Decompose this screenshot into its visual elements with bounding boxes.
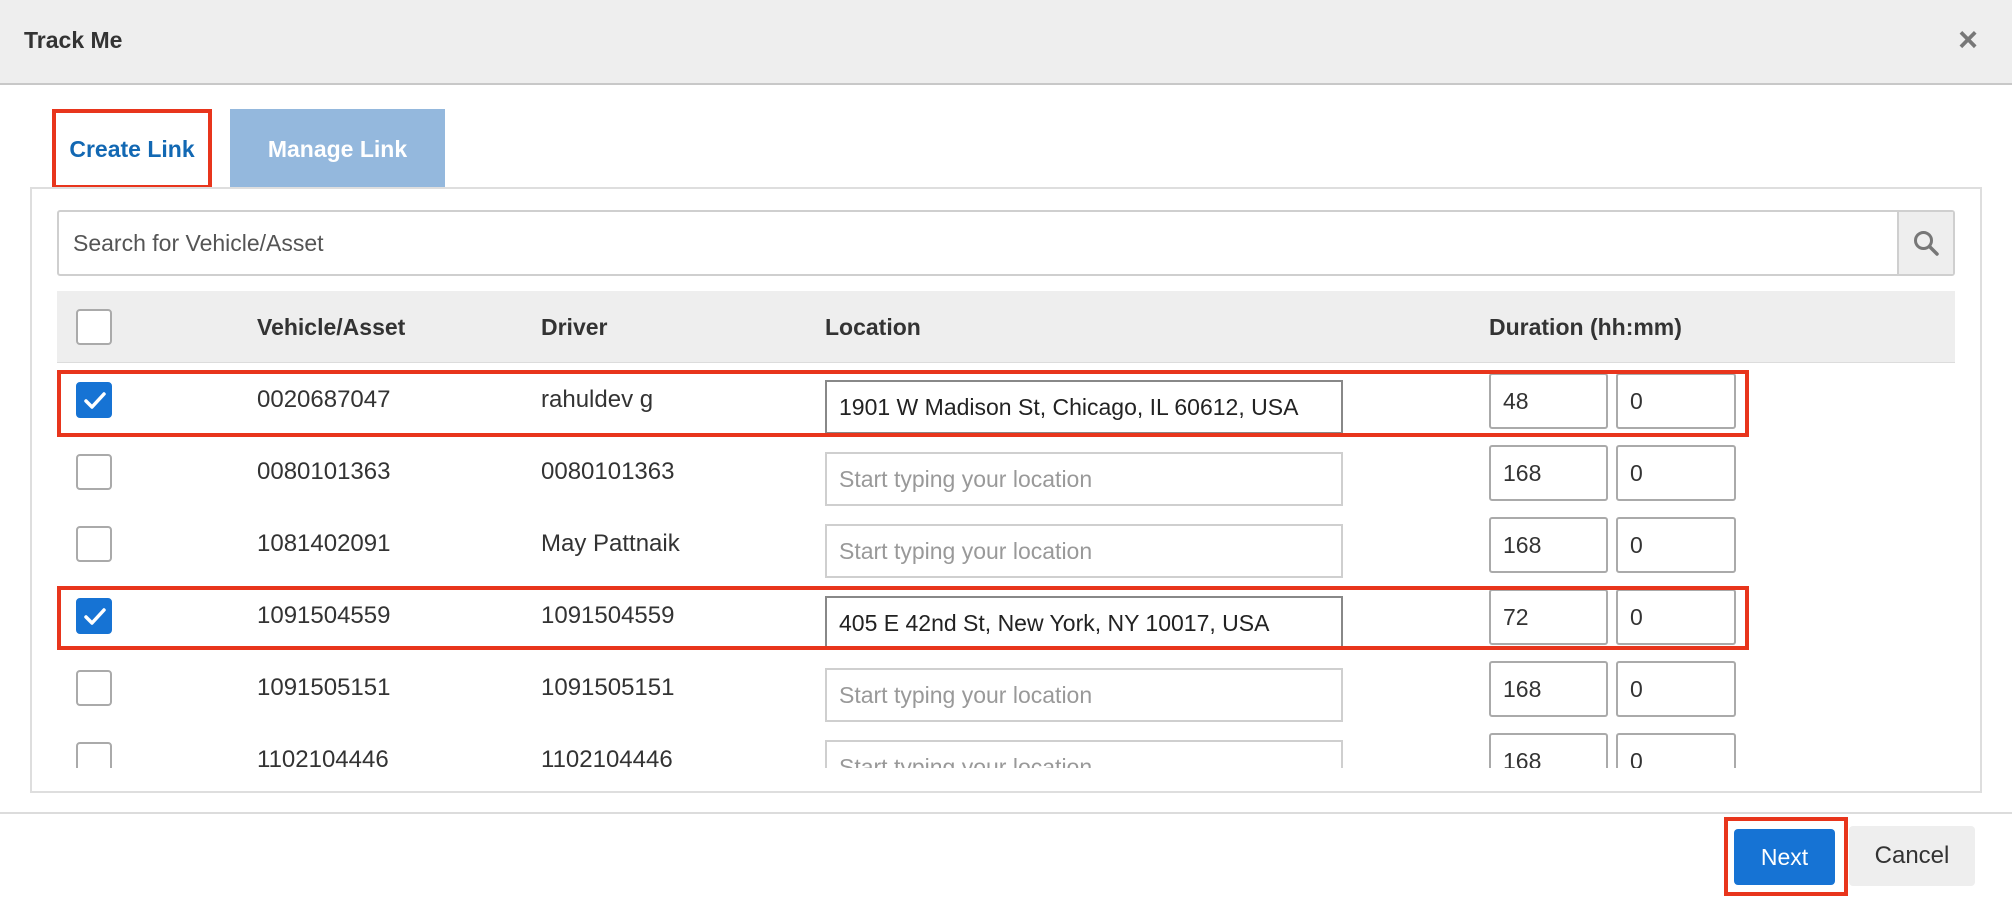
vehicle-id: 1081402091 <box>257 530 391 557</box>
table-row: 1091504559 1091504559 <box>57 580 1955 652</box>
table-row: 1102104446 1102104446 <box>57 724 1955 768</box>
duration-hours-input[interactable] <box>1489 373 1608 429</box>
duration-minutes-input[interactable] <box>1616 445 1736 501</box>
duration-minutes-input[interactable] <box>1616 373 1736 429</box>
search-button[interactable] <box>1897 212 1953 274</box>
table-row: 1081402091 May Pattnaik <box>57 508 1955 580</box>
table-row: 1091505151 1091505151 <box>57 652 1955 724</box>
driver-name: May Pattnaik <box>541 530 680 557</box>
duration-hours-input[interactable] <box>1489 661 1608 717</box>
track-me-dialog: Track Me × Create Link Manage Link Vehic… <box>0 0 2012 900</box>
search-icon <box>1914 231 1939 256</box>
row-checkbox[interactable] <box>76 526 112 562</box>
row-checkbox[interactable] <box>76 598 112 634</box>
driver-name: 1091504559 <box>541 602 675 629</box>
next-button[interactable]: Next <box>1734 829 1835 885</box>
duration-minutes-input[interactable] <box>1616 661 1736 717</box>
cancel-button[interactable]: Cancel <box>1849 826 1975 886</box>
checkmark-icon <box>84 608 106 625</box>
location-input[interactable] <box>825 740 1343 768</box>
column-header-location: Location <box>825 314 921 340</box>
table-row: 0020687047 rahuldev g <box>57 364 1955 436</box>
driver-name: 1091505151 <box>541 674 675 701</box>
vehicle-table-body[interactable]: 0020687047rahuldev g00801013630080101363… <box>57 364 1955 768</box>
duration-hours-input[interactable] <box>1489 517 1608 573</box>
vehicle-id: 0020687047 <box>257 386 391 413</box>
vehicle-id: 1102104446 <box>257 746 389 768</box>
driver-name: rahuldev g <box>541 386 654 413</box>
close-icon[interactable]: × <box>1950 20 1986 60</box>
table-header: Vehicle/Asset Driver Location Duration (… <box>57 291 1955 363</box>
checkmark-icon <box>84 392 106 409</box>
location-input[interactable] <box>825 668 1343 722</box>
row-checkbox[interactable] <box>76 670 112 706</box>
dialog-title: Track Me <box>24 27 123 53</box>
duration-minutes-input[interactable] <box>1616 733 1736 768</box>
row-checkbox[interactable] <box>76 382 112 418</box>
column-header-driver: Driver <box>541 314 608 340</box>
location-input[interactable] <box>825 380 1343 434</box>
search-input[interactable] <box>59 212 1897 274</box>
duration-hours-input[interactable] <box>1489 445 1608 501</box>
vehicle-id: 0080101363 <box>257 458 391 485</box>
dialog-header: Track Me × <box>0 0 2012 85</box>
footer-divider <box>0 812 2012 814</box>
table-row: 0080101363 0080101363 <box>57 436 1955 508</box>
tab-manage-link[interactable]: Manage Link <box>230 109 445 189</box>
duration-minutes-input[interactable] <box>1616 589 1736 645</box>
driver-name: 0080101363 <box>541 458 675 485</box>
row-checkbox[interactable] <box>76 742 112 768</box>
tab-create-link[interactable]: Create Link <box>52 109 212 189</box>
vehicle-id: 1091505151 <box>257 674 391 701</box>
duration-minutes-input[interactable] <box>1616 517 1736 573</box>
location-input[interactable] <box>825 596 1343 650</box>
search-bar <box>57 210 1955 276</box>
driver-name: 1102104446 <box>541 746 673 768</box>
row-checkbox[interactable] <box>76 454 112 490</box>
duration-hours-input[interactable] <box>1489 589 1608 645</box>
column-header-vehicle: Vehicle/Asset <box>257 314 406 340</box>
duration-hours-input[interactable] <box>1489 733 1608 768</box>
column-header-duration: Duration (hh:mm) <box>1489 314 1682 340</box>
location-input[interactable] <box>825 524 1343 578</box>
location-input[interactable] <box>825 452 1343 506</box>
select-all-checkbox[interactable] <box>76 309 112 345</box>
vehicle-id: 1091504559 <box>257 602 391 629</box>
